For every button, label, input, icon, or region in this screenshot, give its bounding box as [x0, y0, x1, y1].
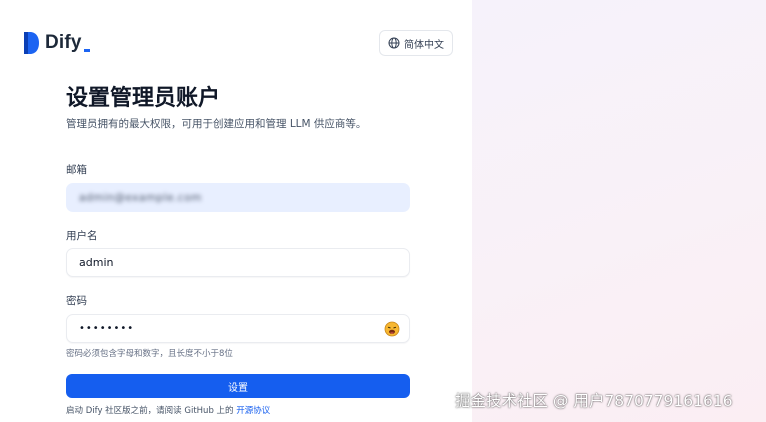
globe-icon — [388, 37, 400, 49]
brand-name: Dify — [45, 32, 82, 53]
decorative-background — [472, 0, 766, 422]
password-hint: 密码必须包含字母和数字，且长度不小于8位 — [66, 349, 233, 359]
email-label: 邮箱 — [66, 164, 87, 176]
page-subtitle: 管理员拥有的最大权限，可用于创建应用和管理 LLM 供应商等。 — [66, 118, 367, 130]
password-value: •••••••• — [79, 323, 135, 334]
dify-logo: Dify — [24, 31, 90, 55]
language-switcher-button[interactable]: 简体中文 — [379, 30, 453, 56]
username-label: 用户名 — [66, 230, 98, 242]
language-label: 简体中文 — [404, 39, 444, 51]
submit-label: 设置 — [228, 382, 248, 394]
email-field[interactable]: admin@example.com — [66, 183, 410, 212]
watermark-text: 掘金技术社区 @ 用户7870779161616 — [455, 392, 733, 410]
email-value: admin@example.com — [79, 191, 202, 204]
open-source-license-link[interactable]: 开源协议 — [236, 406, 270, 416]
dify-logo-icon — [24, 32, 39, 54]
logo-underscore — [83, 48, 90, 52]
page-title: 设置管理员账户 — [66, 86, 221, 111]
username-field[interactable]: admin — [66, 248, 410, 277]
password-label: 密码 — [66, 295, 87, 307]
license-notice-text: 启动 Dify 社区版之前，请阅读 GitHub 上的 — [66, 406, 234, 416]
setup-submit-button[interactable]: 设置 — [66, 374, 410, 398]
password-field[interactable]: •••••••• — [66, 314, 410, 343]
eye-toggle-icon[interactable] — [384, 321, 400, 337]
username-value: admin — [79, 256, 114, 269]
license-notice: 启动 Dify 社区版之前，请阅读 GitHub 上的 开源协议 — [66, 404, 270, 416]
